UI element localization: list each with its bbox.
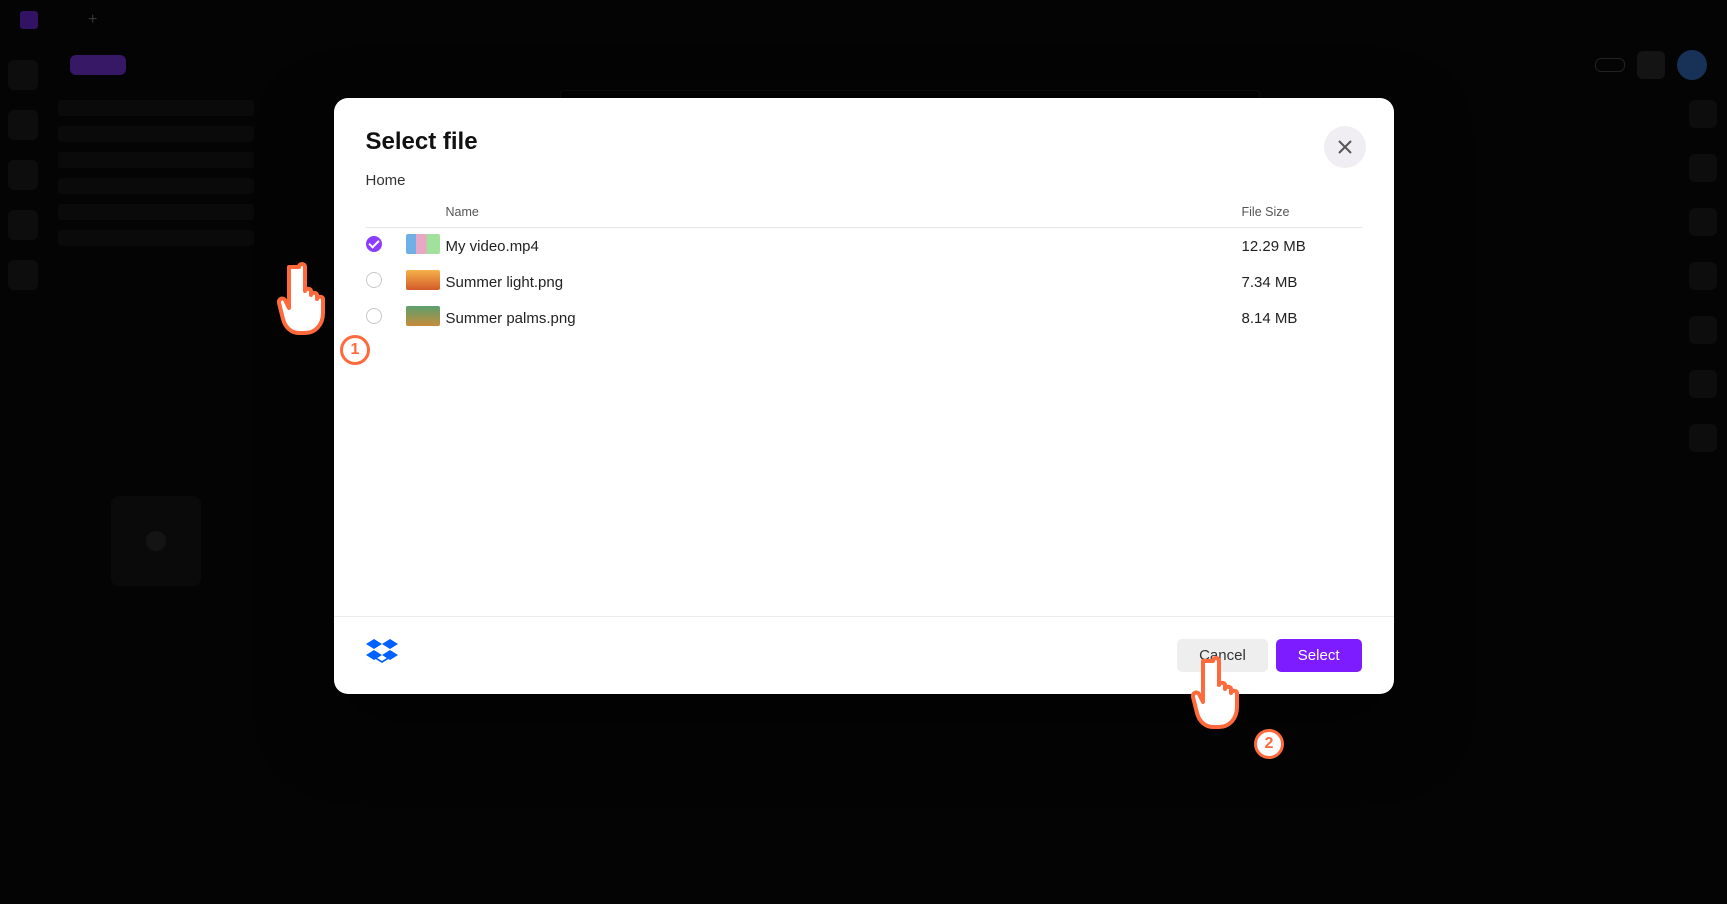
table-row[interactable]: Summer light.png 7.34 MB bbox=[366, 264, 1362, 300]
table-row[interactable]: Summer palms.png 8.14 MB bbox=[366, 300, 1362, 336]
row-select-radio[interactable] bbox=[366, 236, 382, 252]
file-size: 8.14 MB bbox=[1242, 300, 1362, 336]
close-icon bbox=[1338, 140, 1352, 154]
row-select-radio[interactable] bbox=[366, 272, 382, 288]
modal-backdrop: Select file Home Name File Size bbox=[0, 0, 1727, 904]
select-file-modal: Select file Home Name File Size bbox=[334, 98, 1394, 694]
table-row[interactable]: My video.mp4 12.29 MB bbox=[366, 228, 1362, 265]
file-size: 7.34 MB bbox=[1242, 264, 1362, 300]
row-select-radio[interactable] bbox=[366, 308, 382, 324]
close-button[interactable] bbox=[1324, 126, 1366, 168]
file-name: My video.mp4 bbox=[446, 228, 1242, 265]
modal-title: Select file bbox=[366, 128, 1362, 156]
file-thumbnail bbox=[406, 234, 440, 254]
select-button[interactable]: Select bbox=[1276, 639, 1362, 672]
file-thumbnail bbox=[406, 306, 440, 326]
file-name: Summer light.png bbox=[446, 264, 1242, 300]
file-table: Name File Size My video.mp4 12.29 MB S bbox=[366, 197, 1362, 336]
file-thumbnail bbox=[406, 270, 440, 290]
file-name: Summer palms.png bbox=[446, 300, 1242, 336]
column-size[interactable]: File Size bbox=[1242, 197, 1362, 228]
cancel-button[interactable]: Cancel bbox=[1177, 639, 1268, 672]
column-name[interactable]: Name bbox=[446, 197, 1242, 228]
dropbox-icon bbox=[366, 639, 398, 672]
file-size: 12.29 MB bbox=[1242, 228, 1362, 265]
breadcrumb-home[interactable]: Home bbox=[366, 172, 406, 189]
breadcrumb[interactable]: Home bbox=[334, 164, 1394, 197]
